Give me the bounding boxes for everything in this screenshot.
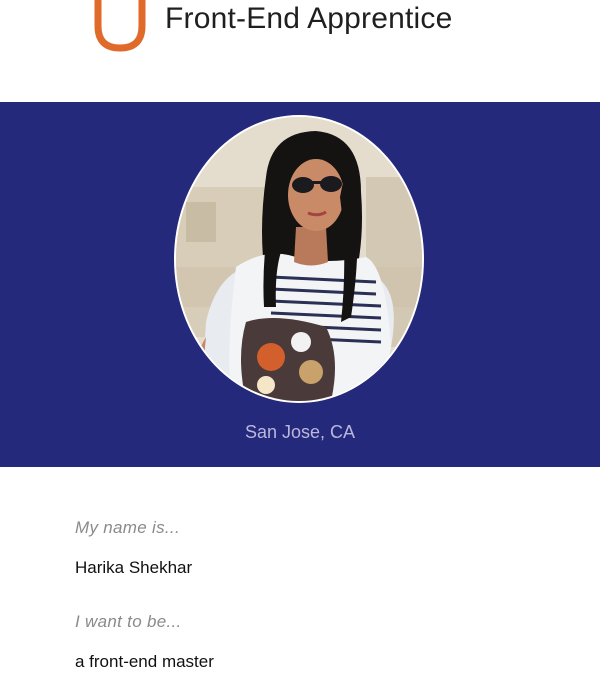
goal-value: a front-end master (75, 652, 214, 671)
location-text: San Jose, CA (244, 422, 356, 442)
profile-hero: San Jose, CA (0, 102, 600, 467)
name-label: My name is... (75, 518, 180, 537)
site-title: Front-End Apprentice (165, 2, 453, 35)
goal-label: I want to be... (75, 612, 182, 631)
portrait-illustration (176, 117, 422, 401)
udacity-u-logo-icon (94, 0, 146, 52)
name-value: Harika Shekhar (75, 558, 193, 577)
profile-photo (174, 115, 424, 403)
page-header: Front-End Apprentice (0, 0, 600, 102)
